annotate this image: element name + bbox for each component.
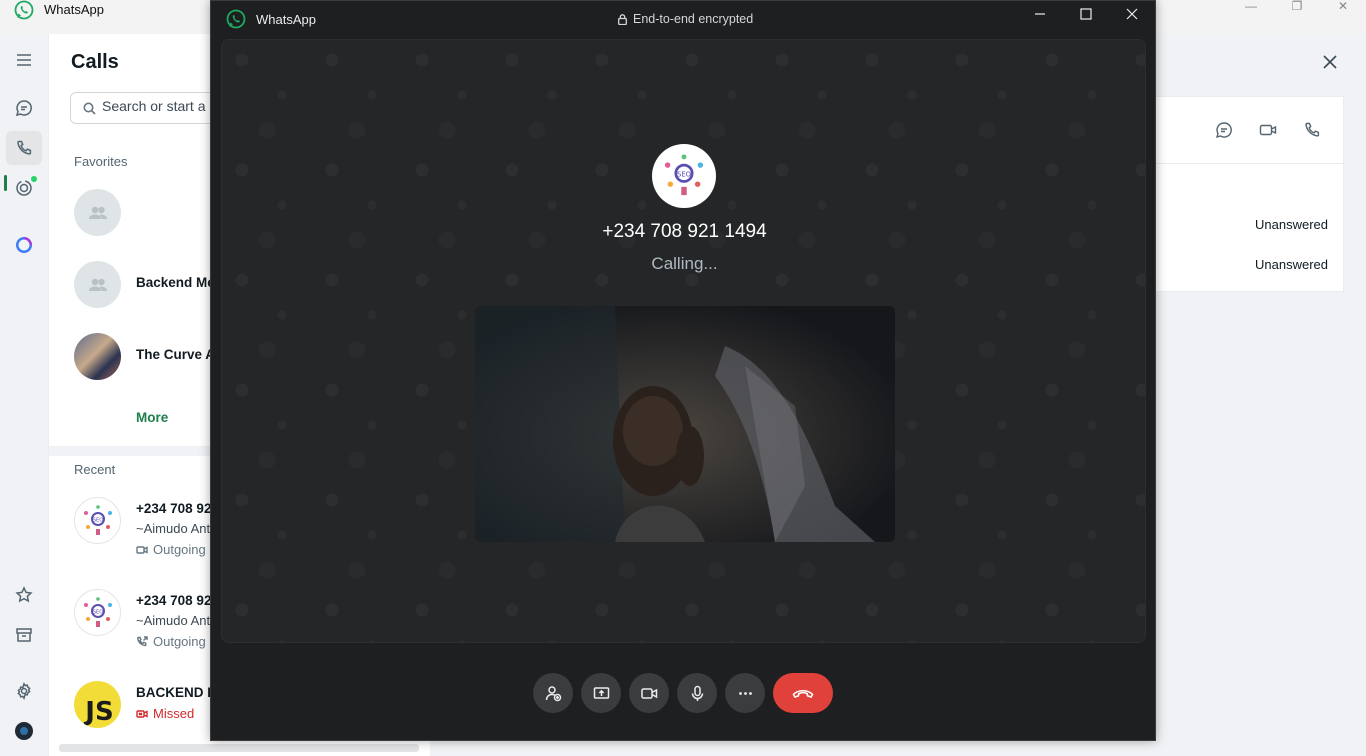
chats-icon[interactable] [6,91,42,125]
favorite-name[interactable]: The Curve Af [136,347,220,362]
app-title: WhatsApp [44,2,104,17]
chat-icon[interactable] [1215,121,1233,139]
end-call-button[interactable] [773,673,833,713]
profile-avatar[interactable] [6,714,42,748]
camera-icon [640,687,657,699]
seo-logo-icon: SEO [83,504,112,535]
encryption-label: End-to-end encrypted [633,12,754,26]
close-icon[interactable]: ✕ [1320,0,1366,12]
recent-avatar[interactable]: SEO [74,589,121,636]
recent-name[interactable]: +234 708 92 [136,593,211,608]
recent-avatar[interactable]: JS [74,681,121,728]
call-type-label: Outgoing [153,634,206,649]
call-history-status: Unanswered [1255,217,1328,232]
status-badge [31,176,37,182]
svg-text:SEO: SEO [92,609,102,615]
search-icon [83,102,96,115]
minimize-icon[interactable]: — [1228,0,1274,12]
camera-feed-image [475,306,895,542]
callee-avatar: SEO [652,144,716,208]
lock-icon [618,13,627,25]
avatar-initials: JS [85,696,114,727]
video-icon [136,545,148,554]
more-link[interactable]: More [136,410,168,425]
call-window-title: WhatsApp [256,12,316,27]
recent-subtitle: ~Aimudo Ant [136,613,211,628]
self-video-preview [475,306,895,542]
group-icon [88,278,107,291]
svg-text:SEO: SEO [677,171,691,179]
recent-name[interactable]: +234 708 92 [136,501,211,516]
encryption-notice: End-to-end encrypted [618,12,753,26]
call-type-label: Outgoing [153,542,206,557]
call-window-titlebar: WhatsApp End-to-end encrypted [211,1,1155,37]
seo-logo-icon: SEO [664,154,704,196]
settings-icon[interactable] [6,674,42,708]
recent-avatar[interactable]: SEO [74,497,121,544]
call-window: WhatsApp End-to-end encrypted SEO +234 7… [210,0,1156,741]
recent-subtitle: ~Aimudo Ant [136,521,211,536]
missed-video-icon [136,709,148,718]
archived-icon[interactable] [6,618,42,652]
call-controls [211,651,1155,731]
call-type-label: Missed [153,706,195,721]
seo-logo-icon: SEO [83,596,112,627]
camera-button[interactable] [629,673,669,713]
maximize-icon[interactable] [1079,7,1093,21]
close-icon[interactable] [1125,7,1139,21]
favorites-label: Favorites [74,154,128,169]
navigation-rail [0,34,48,756]
status-icon[interactable] [6,171,42,205]
call-stage: SEO +234 708 921 1494 Calling... [221,39,1146,643]
share-screen-icon [593,686,609,699]
video-call-icon[interactable] [1259,121,1277,139]
recent-label: Recent [74,462,116,477]
microphone-icon [691,685,703,701]
meta-ai-icon[interactable] [6,228,42,262]
end-call-icon [792,689,814,698]
call-type: Outgoing [136,542,206,557]
add-participant-button[interactable] [533,673,573,713]
favorite-avatar[interactable] [74,261,121,308]
favorite-avatar[interactable] [74,333,121,380]
callee-number: +234 708 921 1494 [602,221,767,242]
outgoing-call-icon [137,635,148,646]
calls-icon[interactable] [6,131,42,165]
whatsapp-logo-icon [14,0,34,20]
svg-text:SEO: SEO [92,517,102,523]
more-options-icon [738,691,752,695]
whatsapp-logo-icon [226,9,246,29]
minimize-icon[interactable] [1033,7,1047,21]
horizontal-scrollbar[interactable] [59,744,419,752]
page-title: Calls [71,51,119,73]
group-icon [88,206,107,219]
call-history-status: Unanswered [1255,257,1328,272]
share-screen-button[interactable] [581,673,621,713]
close-icon[interactable] [1320,52,1340,72]
call-type: Missed [136,706,194,721]
starred-icon[interactable] [6,578,42,612]
add-participant-icon [545,685,561,701]
call-type: Outgoing [136,634,206,649]
menu-icon[interactable] [6,43,42,77]
more-options-button[interactable] [725,673,765,713]
microphone-button[interactable] [677,673,717,713]
favorite-avatar[interactable] [74,189,121,236]
call-status: Calling... [651,254,718,273]
restore-icon[interactable]: ❐ [1274,0,1320,12]
voice-call-icon[interactable] [1303,121,1321,139]
